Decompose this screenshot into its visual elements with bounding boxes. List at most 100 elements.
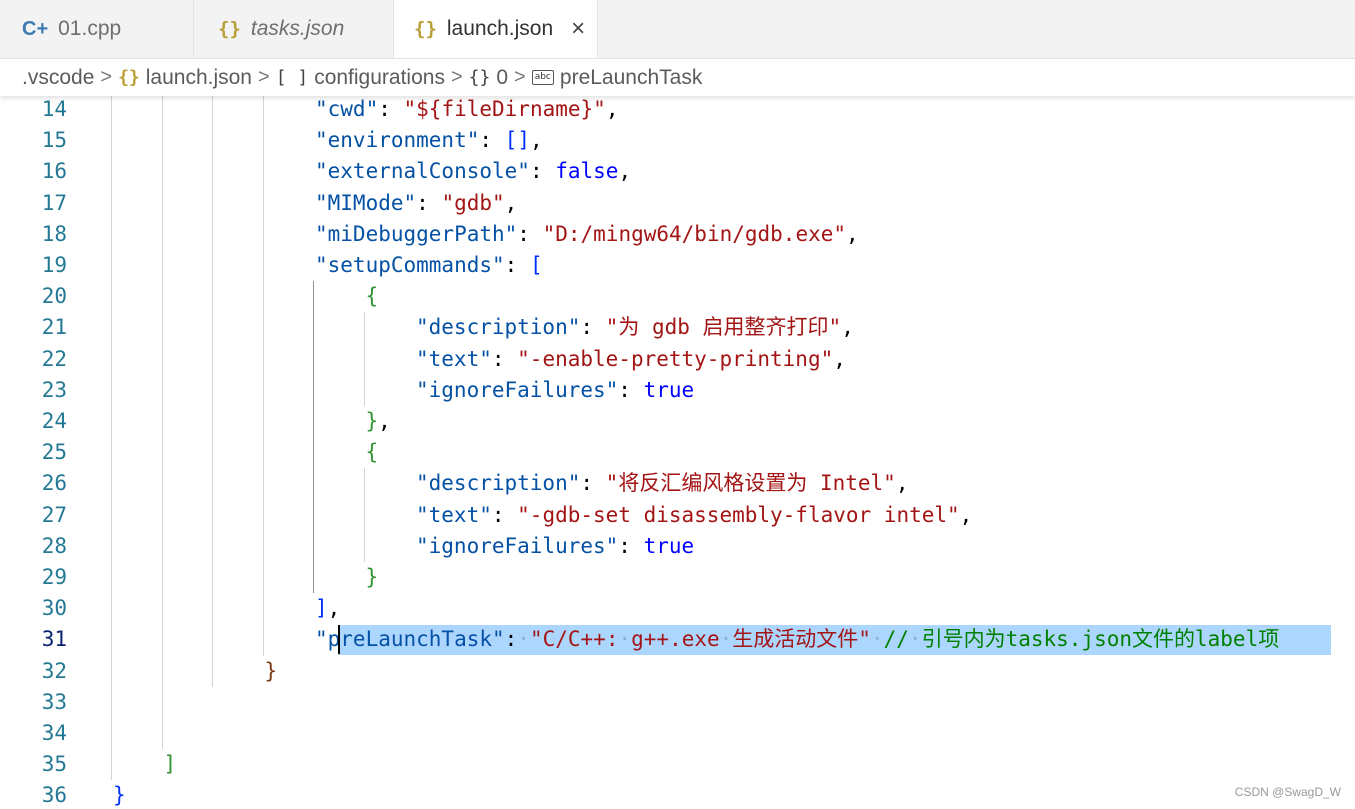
code-line[interactable]: 36} [0, 780, 1355, 809]
code-line[interactable]: 25 { [0, 437, 1355, 468]
code-line[interactable]: 14 "cwd": "${fileDirname}", [0, 96, 1355, 125]
code-token: "cwd" [315, 97, 379, 121]
code-line[interactable]: 32} [0, 656, 1355, 687]
line-number: 29 [41, 565, 67, 589]
code-token: : [504, 253, 530, 277]
cpp-icon: C+ [22, 17, 49, 40]
indent-guide [212, 218, 213, 250]
line-number: 28 [41, 533, 67, 558]
indent-guide [363, 499, 365, 531]
line-code: "preLaunchTask":·"C/C++:·g++.exe·生成活动文件"… [315, 624, 1279, 655]
code-token: : [618, 533, 644, 558]
indent-guide [313, 374, 314, 406]
line-code: "cwd": "${fileDirname}", [315, 96, 618, 125]
code-line[interactable]: 28 "ignoreFailures": true [0, 531, 1355, 562]
line-number: 18 [41, 221, 67, 246]
line-number: 31 [41, 627, 67, 652]
indent-guide [161, 281, 163, 313]
indent-guide [111, 125, 112, 157]
code-line[interactable]: 23 "ignoreFailures": true [0, 375, 1355, 406]
code-line[interactable]: 30], [0, 593, 1355, 624]
code-token: , [841, 315, 854, 340]
line-number: 33 [41, 689, 67, 714]
breadcrumb-item-launch-json[interactable]: {} launch.json [118, 66, 252, 90]
indent-guide [212, 156, 213, 188]
code-token: true [643, 533, 695, 558]
json-icon: {} [218, 18, 241, 40]
indent-guide [161, 686, 163, 718]
indent-guide [262, 530, 264, 562]
code-token: "为 gdb 启用整齐打印" [605, 315, 842, 340]
code-line[interactable]: 31 "preLaunchTask":·"C/C++:·g++.exe·生成活动文… [0, 624, 1355, 655]
code-token: "ignoreFailures" [416, 377, 619, 402]
indent-guide [161, 250, 163, 282]
indent-guide [161, 593, 163, 625]
breadcrumb: .vscode > {} launch.json > [ ] configura… [0, 59, 1355, 96]
code-line[interactable]: 17 "MIMode": "gdb", [0, 188, 1355, 219]
tab-01-cpp[interactable]: C+ 01.cpp [0, 0, 194, 58]
line-code: } [265, 656, 278, 687]
indent-guide [262, 250, 264, 282]
indent-guide [212, 250, 213, 282]
code-token: · [870, 627, 884, 652]
code-token: "${fileDirname}" [403, 97, 606, 121]
code-line[interactable]: 16 "externalConsole": false, [0, 156, 1355, 187]
code-line[interactable]: 26 "description": "将反汇编风格设置为 Intel", [0, 468, 1355, 499]
line-number: 22 [41, 346, 67, 371]
code-line[interactable]: 15 "environment": [], [0, 125, 1355, 156]
code-line[interactable]: 35] [0, 749, 1355, 780]
code-token: : [580, 471, 606, 496]
indent-guide [313, 562, 314, 594]
breadcrumb-label: configurations [314, 65, 445, 89]
line-code: }, [366, 406, 391, 437]
code-line[interactable]: 29} [0, 562, 1355, 593]
code-token: "text" [416, 346, 492, 371]
breadcrumb-item-0[interactable]: {} 0 [469, 66, 508, 90]
breadcrumb-item-vscode[interactable]: .vscode [22, 66, 94, 90]
indent-guide [161, 374, 163, 406]
tab-tasks-json[interactable]: {} tasks.json [194, 0, 394, 58]
code-line[interactable]: 24}, [0, 406, 1355, 437]
code-token: "-gdb-set disassembly-flavor intel" [517, 502, 960, 527]
indent-guide [212, 125, 213, 157]
indent-guide [262, 499, 264, 531]
code-token: , [504, 190, 518, 215]
line-code: "ignoreFailures": true [416, 375, 694, 406]
line-number: 30 [41, 596, 67, 621]
breadcrumb-item-prelaunchtask[interactable]: abc preLaunchTask [531, 66, 702, 90]
line-number: 20 [41, 284, 67, 309]
indent-guide [161, 343, 163, 375]
indent-guide [262, 96, 264, 126]
code-token: ] [163, 752, 177, 777]
code-line[interactable]: 27 "text": "-gdb-set disassembly-flavor i… [0, 500, 1355, 531]
indent-guide [262, 218, 264, 250]
code-line[interactable]: 33 [0, 687, 1355, 718]
indent-guide [313, 530, 314, 562]
indent-guide [111, 343, 112, 375]
code-line[interactable]: 34 [0, 718, 1355, 749]
indent-guide [212, 655, 213, 687]
tab-launch-json[interactable]: {} launch.json × [394, 0, 598, 58]
indent-guide [363, 343, 365, 375]
line-code: "MIMode": "gdb", [315, 188, 517, 219]
indent-guide [363, 374, 365, 406]
code-token: } [113, 783, 126, 808]
indent-guide [161, 156, 163, 188]
chevron-right-icon: > [258, 66, 270, 88]
code-line[interactable]: 18 "miDebuggerPath": "D:/mingw64/bin/gdb.… [0, 219, 1355, 250]
breadcrumb-label: .vscode [22, 65, 95, 89]
indent-guide [111, 187, 112, 219]
line-number: 34 [41, 721, 67, 745]
code-line[interactable]: 20 { [0, 281, 1355, 312]
code-line[interactable]: 21 "description": "为 gdb 启用整齐打印", [0, 312, 1355, 343]
code-line[interactable]: 22 "text": "-enable-pretty-printing", [0, 344, 1355, 375]
close-icon[interactable]: × [571, 15, 585, 43]
indent-guide [313, 406, 314, 438]
code-token: [] [504, 128, 530, 153]
indent-guide [262, 374, 264, 406]
code-editor[interactable]: 14 "cwd": "${fileDirname}", 15 "environment… [0, 96, 1355, 809]
breadcrumb-item-configurations[interactable]: [ ] configurations [276, 66, 445, 90]
code-line[interactable]: 19 "setupCommands": [ [0, 250, 1355, 281]
code-token: "C/C++: [529, 627, 619, 652]
indent-guide [161, 312, 163, 344]
